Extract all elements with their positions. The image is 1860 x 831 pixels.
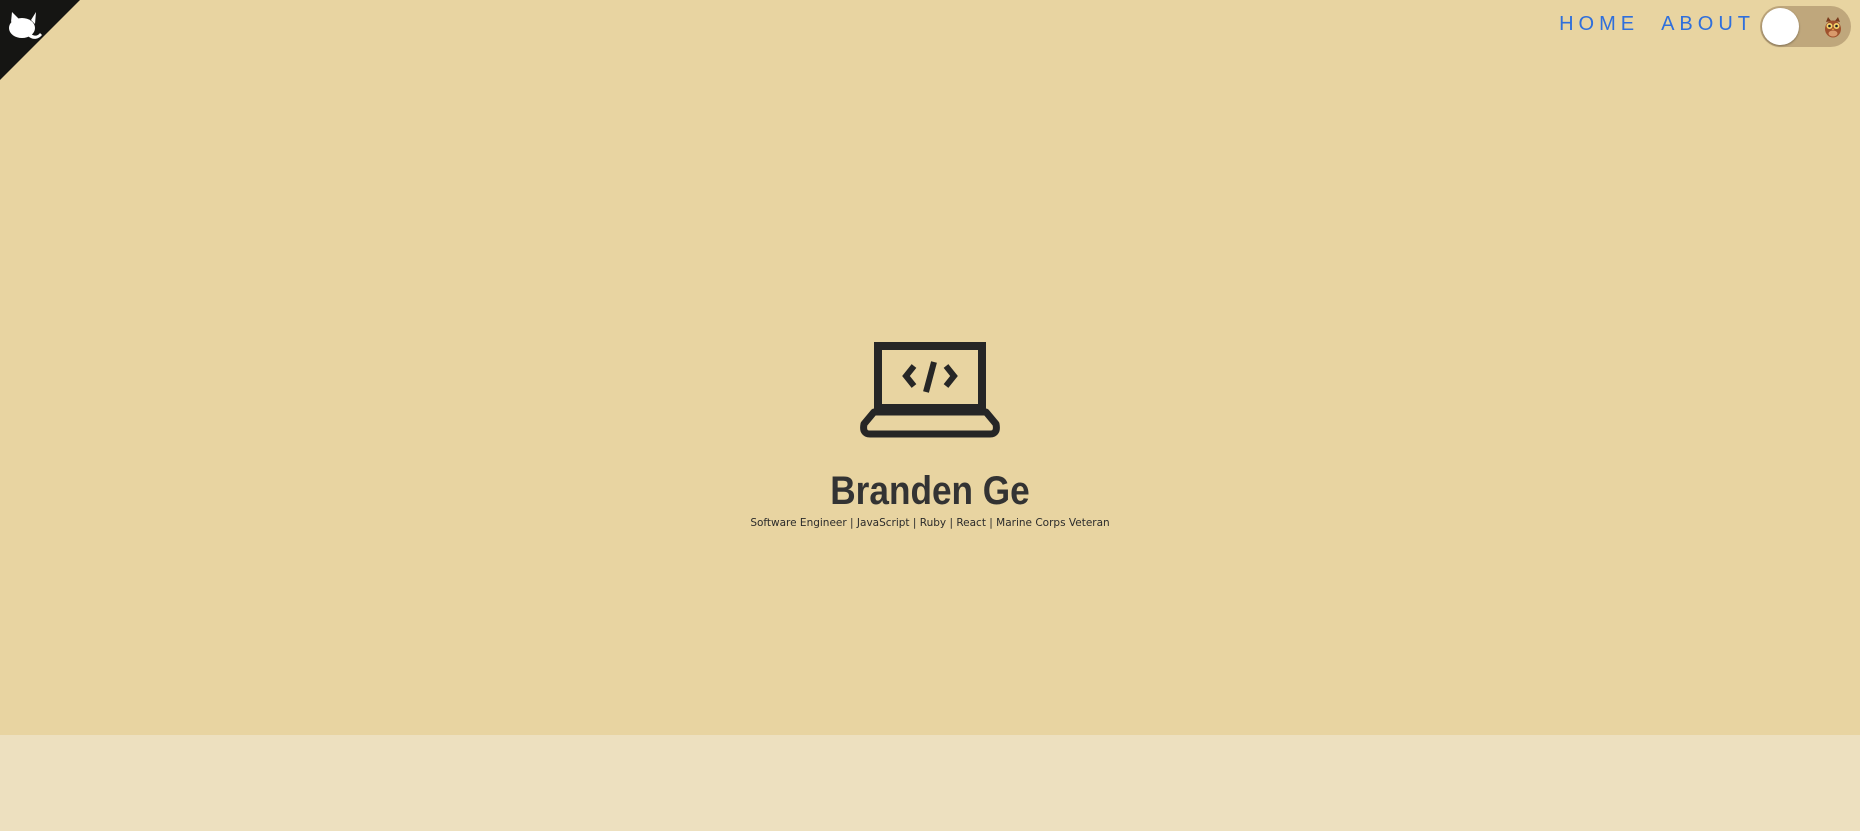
nav-home-link[interactable]: HOME: [1559, 10, 1639, 38]
toggle-knob: [1762, 8, 1799, 45]
owl-icon: [1825, 17, 1841, 38]
hero-name: Branden Ge: [830, 469, 1030, 513]
hero-section: HOME ABOUT Branden Ge Software Engineer …: [0, 0, 1860, 735]
github-octocat-icon: [0, 0, 80, 80]
github-corner-link[interactable]: [0, 0, 80, 80]
laptop-code-icon: [860, 342, 1000, 438]
hero-subtitle: Software Engineer | JavaScript | Ruby | …: [750, 517, 1110, 529]
lower-section: [0, 735, 1860, 831]
main-nav: HOME ABOUT: [1559, 10, 1755, 38]
theme-toggle[interactable]: [1760, 6, 1851, 47]
nav-about-link[interactable]: ABOUT: [1661, 10, 1755, 38]
hero-content: Branden Ge Software Engineer | JavaScrip…: [0, 340, 1860, 530]
